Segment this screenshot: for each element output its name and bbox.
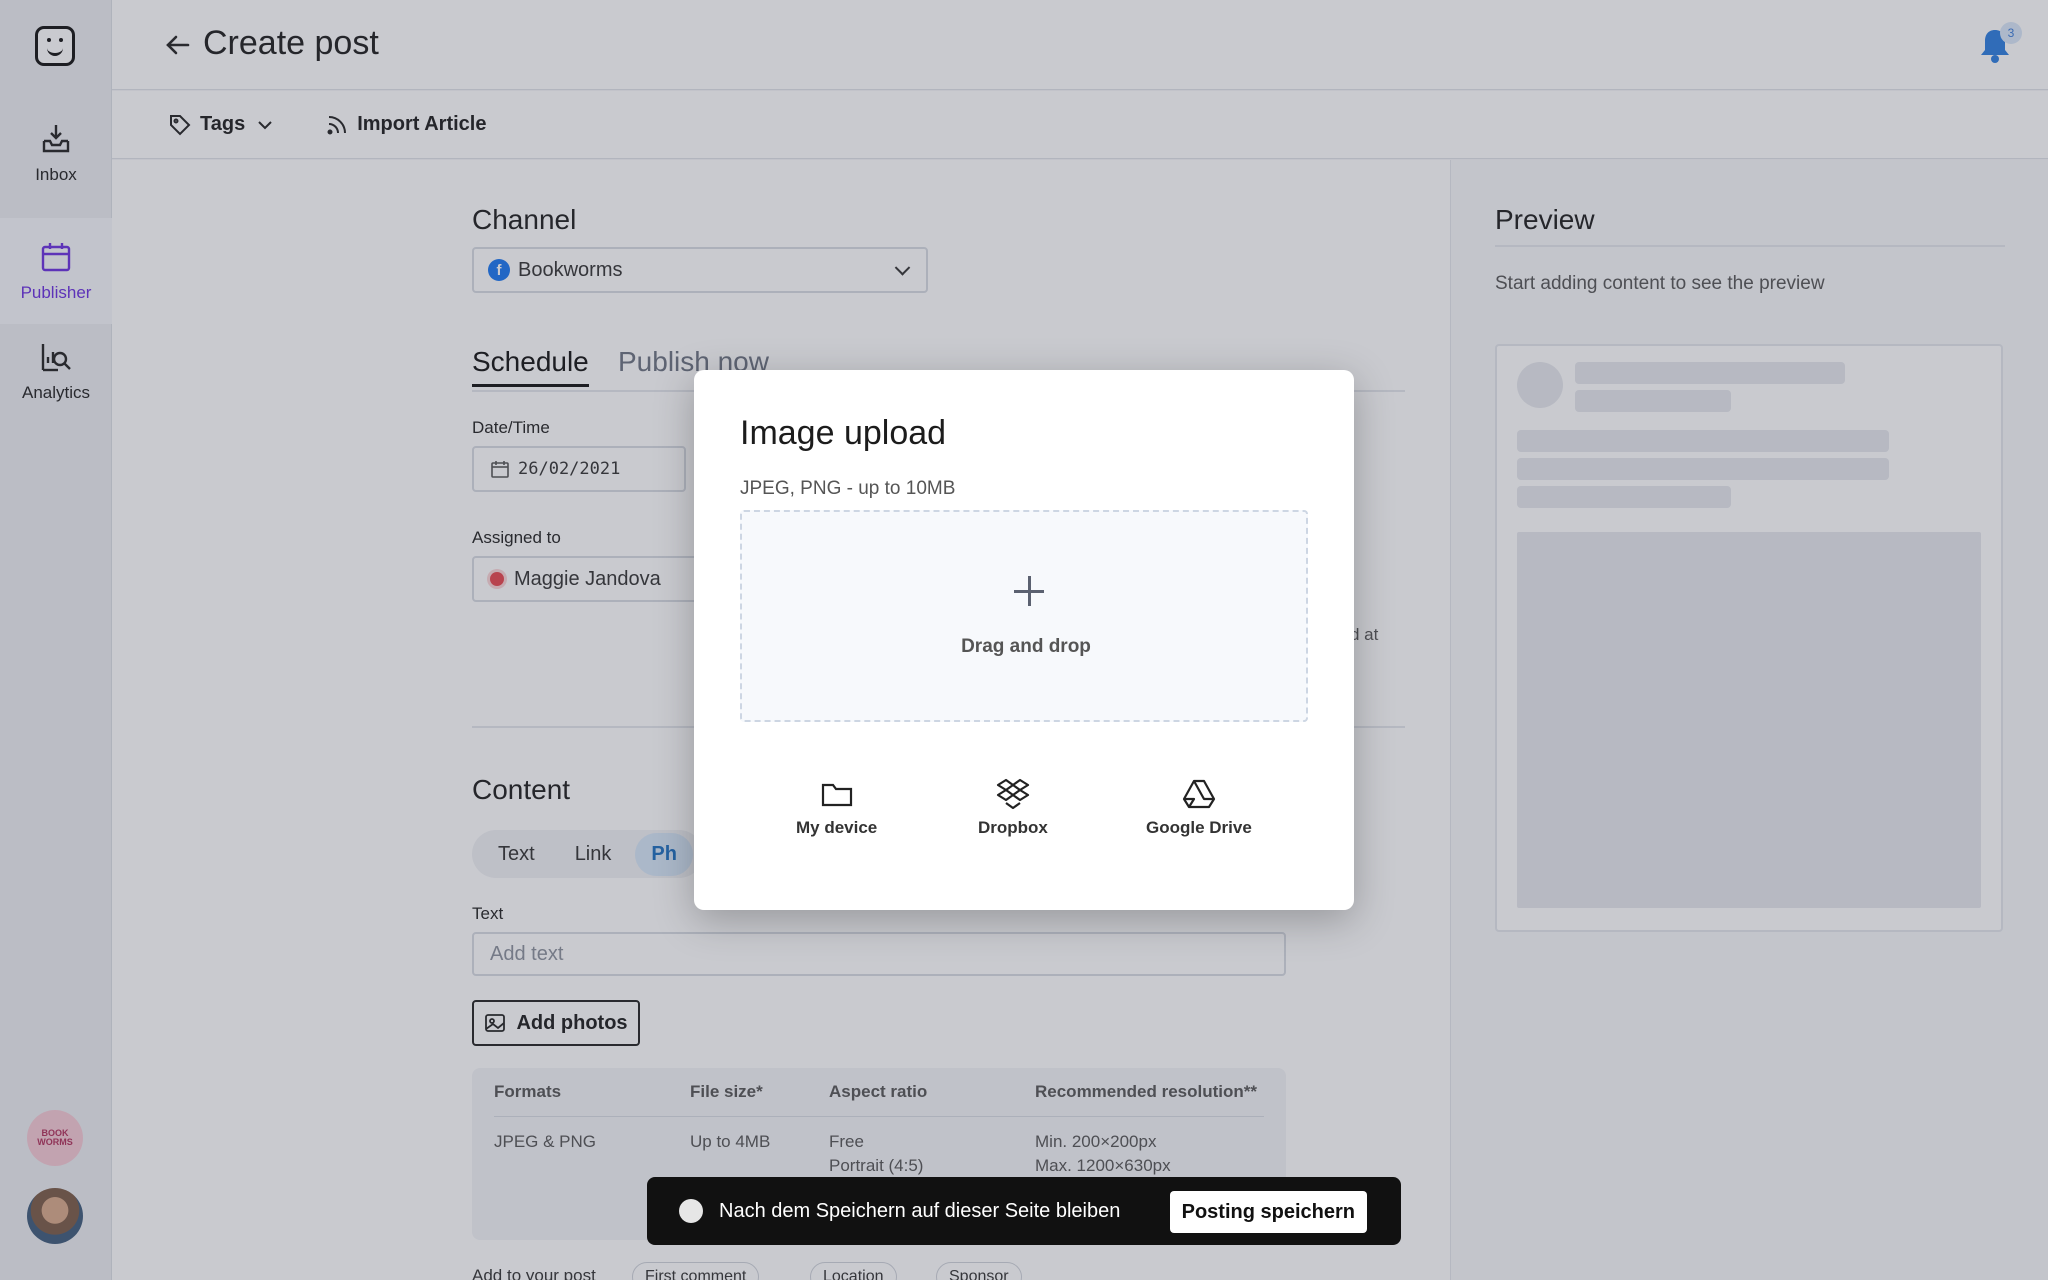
source-label: Google Drive <box>1146 818 1252 837</box>
plus-icon <box>1014 576 1044 606</box>
drop-zone-label: Drag and drop <box>961 636 1091 657</box>
dialog-subtitle: JPEG, PNG - up to 10MB <box>740 478 956 499</box>
source-label: My device <box>796 818 878 837</box>
source-label: Dropbox <box>978 818 1048 837</box>
stay-on-page-toggle[interactable] <box>679 1199 703 1223</box>
image-upload-dialog: Image upload JPEG, PNG - up to 10MB Drag… <box>694 370 1354 910</box>
dialog-title: Image upload <box>740 414 947 452</box>
folder-icon <box>821 783 852 807</box>
dropbox-icon <box>996 778 1030 810</box>
source-google-drive[interactable]: Google Drive <box>1146 776 1252 838</box>
source-my-device[interactable]: My device <box>796 776 877 838</box>
drop-zone[interactable]: Drag and drop <box>740 510 1308 722</box>
save-toast: Nach dem Speichern auf dieser Seite blei… <box>647 1177 1401 1245</box>
google-drive-icon <box>1182 779 1216 809</box>
toast-text: Nach dem Speichern auf dieser Seite blei… <box>719 1199 1121 1222</box>
save-post-button[interactable]: Posting speichern <box>1169 1191 1367 1233</box>
source-dropbox[interactable]: Dropbox <box>978 776 1048 838</box>
